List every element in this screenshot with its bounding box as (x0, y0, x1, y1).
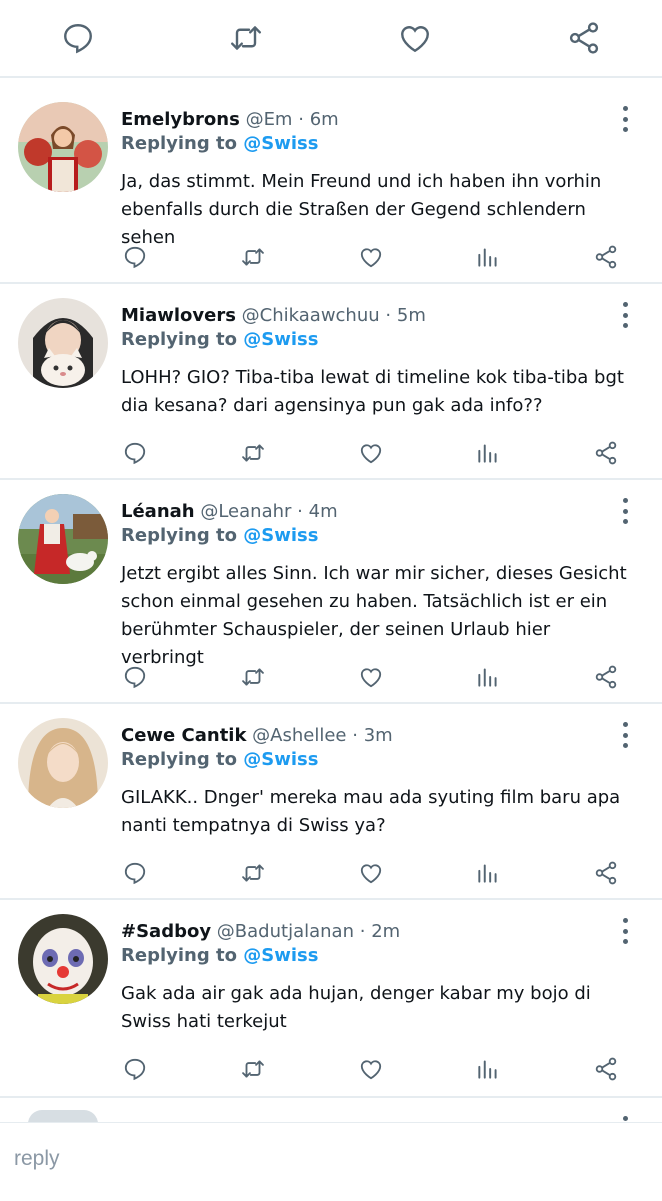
analytics-icon[interactable] (471, 240, 505, 274)
separator: · (359, 921, 366, 942)
like-icon[interactable] (354, 660, 388, 694)
retweet-icon[interactable] (236, 240, 270, 274)
like-icon[interactable] (354, 436, 388, 470)
tweet-actions (0, 856, 662, 890)
timestamp[interactable]: 6m (310, 109, 339, 130)
replying-prefix: Replying to (121, 749, 237, 770)
reply-tweet[interactable]: Miawlovers @Chikaawchuu · 5m Replying to… (0, 284, 662, 480)
tweet-header: Léanah @Leanahr · 4m (121, 500, 338, 524)
replying-to: Replying to @Swiss (121, 944, 318, 968)
main-tweet-actions (0, 0, 662, 78)
replying-prefix: Replying to (121, 525, 237, 546)
author-name[interactable]: Cewe Cantik (121, 725, 246, 746)
author-handle[interactable]: @Ashellee (252, 725, 346, 746)
mention-link[interactable]: @Swiss (243, 329, 318, 350)
mention-link[interactable]: @Swiss (243, 133, 318, 154)
tweet-header: Miawlovers @Chikaawchuu · 5m (121, 304, 426, 328)
replying-prefix: Replying to (121, 945, 237, 966)
reply-tweet[interactable]: Léanah @Leanahr · 4m Replying to @Swiss … (0, 480, 662, 704)
reply-icon[interactable] (58, 18, 98, 58)
retweet-icon[interactable] (226, 18, 266, 58)
tweet-text: GILAKK.. Dnger' mereka mau ada syuting f… (121, 787, 621, 836)
tweet-actions (0, 436, 662, 470)
avatar[interactable] (18, 914, 108, 1004)
like-icon[interactable] (354, 856, 388, 890)
tweet-header: Cewe Cantik @Ashellee · 3m (121, 724, 393, 748)
share-icon[interactable] (589, 856, 623, 890)
timestamp[interactable]: 2m (371, 921, 400, 942)
author-handle[interactable]: @Badutjalanan (217, 921, 354, 942)
like-icon[interactable] (354, 1052, 388, 1086)
replying-prefix: Replying to (121, 133, 237, 154)
separator: · (385, 305, 392, 326)
replying-to: Replying to @Swiss (121, 132, 318, 156)
like-icon[interactable] (395, 18, 435, 58)
tweet-text: LOHH? GIO? Tiba-tiba lewat di timeline k… (121, 367, 624, 416)
tweet-actions (0, 240, 662, 274)
replying-to: Replying to @Swiss (121, 748, 318, 772)
author-name[interactable]: Emelybrons (121, 109, 240, 130)
author-handle[interactable]: @Em (246, 109, 293, 130)
tweet-header: #Sadboy @Badutjalanan · 2m (121, 920, 400, 944)
reply-icon[interactable] (118, 1052, 152, 1086)
more-options-icon[interactable] (615, 302, 635, 328)
tweet-header: Emelybrons @Em · 6m (121, 108, 339, 132)
mention-link[interactable]: @Swiss (243, 749, 318, 770)
more-options-icon[interactable] (615, 106, 635, 132)
separator: · (352, 725, 358, 746)
share-icon[interactable] (589, 240, 623, 274)
analytics-icon[interactable] (471, 436, 505, 470)
retweet-icon[interactable] (236, 436, 270, 470)
replying-to: Replying to @Swiss (121, 524, 318, 548)
retweet-icon[interactable] (236, 856, 270, 890)
timestamp[interactable]: 4m (309, 501, 338, 522)
like-icon[interactable] (354, 240, 388, 274)
separator: · (297, 501, 303, 522)
reply-icon[interactable] (118, 660, 152, 694)
mention-link[interactable]: @Swiss (243, 525, 318, 546)
replying-prefix: Replying to (121, 329, 237, 350)
timestamp[interactable]: 3m (364, 725, 393, 746)
timestamp[interactable]: 5m (397, 305, 426, 326)
author-handle[interactable]: @Chikaawchuu (242, 305, 380, 326)
author-handle[interactable]: @Leanahr (200, 501, 291, 522)
reply-input[interactable]: reply (14, 1147, 60, 1171)
analytics-icon[interactable] (471, 1052, 505, 1086)
avatar[interactable] (18, 298, 108, 388)
analytics-icon[interactable] (471, 660, 505, 694)
reply-icon[interactable] (118, 240, 152, 274)
reply-composer[interactable]: reply (0, 1122, 662, 1201)
avatar[interactable] (18, 718, 108, 808)
reply-tweet[interactable]: Cewe Cantik @Ashellee · 3m Replying to @… (0, 704, 662, 900)
tweet-text: Jetzt ergibt alles Sinn. Ich war mir sic… (121, 563, 627, 668)
tweet-actions (0, 660, 662, 694)
separator: · (298, 109, 304, 130)
share-icon[interactable] (589, 1052, 623, 1086)
more-options-icon[interactable] (623, 1116, 628, 1121)
replying-to: Replying to @Swiss (121, 328, 318, 352)
reply-tweet[interactable]: Emelybrons @Em · 6m Replying to @Swiss J… (0, 78, 662, 284)
retweet-icon[interactable] (236, 660, 270, 694)
reply-icon[interactable] (118, 436, 152, 470)
avatar[interactable] (18, 102, 108, 192)
reply-icon[interactable] (118, 856, 152, 890)
share-icon[interactable] (589, 436, 623, 470)
more-options-icon[interactable] (615, 722, 635, 748)
tweet-text: Gak ada air gak ada hujan, denger kabar … (121, 983, 591, 1032)
author-name[interactable]: Léanah (121, 501, 195, 522)
analytics-icon[interactable] (471, 856, 505, 890)
more-options-icon[interactable] (615, 498, 635, 524)
author-name[interactable]: Miawlovers (121, 305, 236, 326)
retweet-icon[interactable] (236, 1052, 270, 1086)
author-name[interactable]: #Sadboy (121, 921, 211, 942)
share-icon[interactable] (589, 660, 623, 694)
reply-tweet[interactable]: #Sadboy @Badutjalanan · 2m Replying to @… (0, 900, 662, 1098)
share-icon[interactable] (564, 18, 604, 58)
tweet-actions (0, 1052, 662, 1086)
avatar[interactable] (18, 494, 108, 584)
more-options-icon[interactable] (615, 918, 635, 944)
mention-link[interactable]: @Swiss (243, 945, 318, 966)
